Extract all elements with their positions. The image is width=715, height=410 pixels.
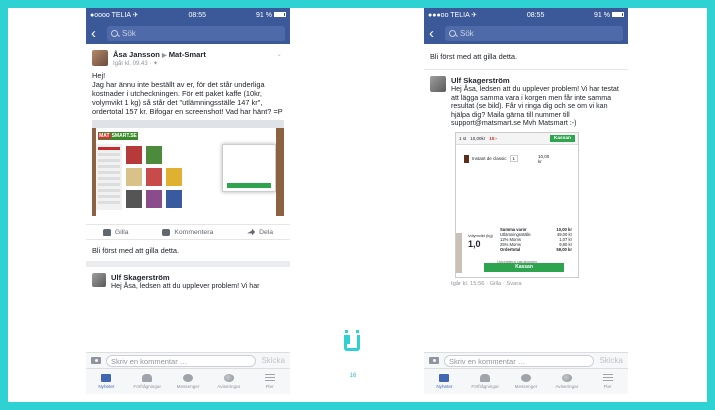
phone-screen-comment: ●●●oo TELIA ✈ 08:55 91 % ‹ Sök Bli först… (424, 8, 628, 402)
search-icon (449, 29, 456, 37)
friend-requests-icon (480, 374, 491, 382)
news-feed-icon (439, 374, 450, 382)
like-button[interactable]: Gilla (102, 228, 129, 236)
send-button[interactable]: Skicka (261, 356, 285, 365)
battery-icon (274, 11, 286, 17)
globe-icon (561, 374, 572, 382)
post-author[interactable]: Åsa Jansson (113, 50, 160, 59)
carrier: ●oooo TELIA ✈ (90, 12, 139, 19)
chevron-left-icon[interactable]: ‹ (91, 26, 101, 41)
post-actions: Gilla Kommentera Dela (86, 224, 290, 240)
chevron-down-icon[interactable]: ⌄ (276, 50, 282, 58)
camera-icon[interactable] (91, 357, 101, 364)
comment-button[interactable]: Kommentera (162, 228, 213, 236)
avatar[interactable] (92, 50, 108, 66)
search-input[interactable]: Sök (107, 25, 285, 41)
comment: Ulf Skagerström Hej Åsa, ledsen att du u… (424, 70, 628, 287)
screenshot-cart-popup (222, 144, 276, 192)
avatar[interactable] (92, 273, 106, 287)
post-group[interactable]: Mat-Smart (169, 50, 206, 59)
share-button[interactable]: Dela (247, 228, 273, 236)
chevron-left-icon[interactable]: ‹ (429, 26, 439, 41)
screenshot-webpage: MAT SMART.SE (92, 120, 284, 216)
tab-notifications[interactable]: Aviseringar (208, 369, 249, 394)
tab-news-feed[interactable]: Nyheter (86, 369, 127, 394)
post-meta: Igår kl. 09.43 · ✦ (113, 61, 159, 67)
screenshot-browser-bar (92, 120, 284, 128)
camera-icon[interactable] (429, 357, 439, 364)
nav-bar: ‹ Sök (86, 22, 290, 44)
post-header: Åsa Jansson ▶ Mat-Smart Igår kl. 09.43 ·… (86, 44, 290, 71)
send-button[interactable]: Skicka (599, 356, 623, 365)
cart-bar: 1 st 10,00kr 10:- Kassan (456, 132, 578, 145)
menu-icon (602, 374, 613, 382)
nav-bar: ‹ Sök (424, 22, 628, 44)
comment-attached-screenshot[interactable]: 1 st 10,00kr 10:- Kassan Instant de clas… (455, 131, 579, 278)
battery-icon (611, 11, 624, 17)
tab-more[interactable]: Fler (249, 369, 290, 394)
cart-item: Instant de classic 1 10,00 kr (464, 154, 549, 164)
comment-content: Bli först med att gilla detta. Ulf Skage… (424, 44, 628, 354)
tab-bar: Nyheter Förfrågningar Messenger Aviserin… (86, 368, 290, 394)
search-placeholder: Sök (122, 28, 136, 38)
tab-requests[interactable]: Förfrågningar (127, 369, 168, 394)
news-feed-icon (101, 374, 112, 382)
clock: 08:55 (188, 11, 207, 19)
feed-content: Åsa Jansson ▶ Mat-Smart Igår kl. 09.43 ·… (86, 44, 290, 354)
screenshot-products (126, 146, 192, 208)
brand-logo (344, 330, 360, 352)
comment-author[interactable]: Ulf Skagerström (451, 76, 622, 85)
messenger-icon (520, 374, 531, 382)
screenshot-menu (96, 144, 122, 210)
battery-status: 91 % (594, 11, 624, 19)
avatar[interactable] (430, 76, 446, 92)
comment-icon (162, 228, 171, 236)
post-attached-screenshot[interactable]: MAT SMART.SE (92, 120, 284, 216)
search-input[interactable]: Sök (445, 25, 623, 41)
comment-author[interactable]: Ulf Skagerström (111, 273, 284, 282)
search-icon (111, 29, 118, 37)
cart-summary: Summa varor 10,00 kr Utlämningsställe 49,0… (500, 226, 572, 252)
tab-requests[interactable]: Förfrågningar (465, 369, 506, 394)
phone-screen-post: ●oooo TELIA ✈ 08:55 91 % ‹ Sök Åsa Janss… (86, 8, 290, 402)
status-bar: ●oooo TELIA ✈ 08:55 91 % (86, 8, 290, 22)
globe-icon (223, 374, 234, 382)
battery-status: 91 % (256, 11, 286, 19)
comment-input[interactable]: Skriv en kommentar … (444, 354, 595, 367)
thumbs-up-icon (102, 228, 111, 236)
checkout-button: Kassan (484, 262, 564, 272)
menu-icon (264, 374, 275, 382)
messenger-icon (182, 374, 193, 382)
tab-news-feed[interactable]: Nyheter (424, 369, 465, 394)
first-like-text[interactable]: Bli först med att gilla detta. (424, 44, 628, 70)
comment-input[interactable]: Skriv en kommentar … (106, 354, 257, 367)
comment-text-preview: Hej Åsa, ledsen att du upplever problem!… (111, 282, 260, 290)
tab-more[interactable]: Fler (587, 369, 628, 394)
screenshot-logo: MAT SMART.SE (98, 132, 138, 140)
tab-bar: Nyheter Förfrågningar Messenger Aviserin… (424, 368, 628, 394)
friend-requests-icon (142, 374, 153, 382)
post-text: Hej! Jag har ännu inte beställt av er, f… (92, 71, 283, 116)
post-author-line: Åsa Jansson ▶ Mat-Smart (113, 50, 206, 59)
share-icon (247, 228, 256, 236)
comment-composer: Skriv en kommentar … Skicka (86, 352, 290, 368)
comment-composer: Skriv en kommentar … Skicka (424, 352, 628, 368)
cart-checkout-tab: Kassan (549, 134, 575, 142)
comment-text: Hej Åsa, ledsen att du upplever problem!… (451, 85, 619, 127)
first-like-text[interactable]: Bli först med att gilla detta. (86, 240, 290, 267)
tab-messenger[interactable]: Messenger (506, 369, 547, 394)
status-bar: ●●●oo TELIA ✈ 08:55 91 % (424, 8, 628, 22)
tab-messenger[interactable]: Messenger (168, 369, 209, 394)
clock: 08:55 (526, 11, 545, 19)
comment-meta[interactable]: Igår kl. 15:56 · Gilla · Svara (451, 278, 622, 287)
page-number: 16 (349, 373, 357, 379)
tab-notifications[interactable]: Aviseringar (546, 369, 587, 394)
search-placeholder: Sök (460, 28, 474, 38)
arrow-right-icon: ▶ (161, 53, 167, 59)
carrier: ●●●oo TELIA ✈ (428, 12, 478, 19)
coffee-jar-icon (464, 154, 469, 163)
comment-preview: Ulf Skagerström Hej Åsa, ledsen att du u… (86, 267, 290, 291)
